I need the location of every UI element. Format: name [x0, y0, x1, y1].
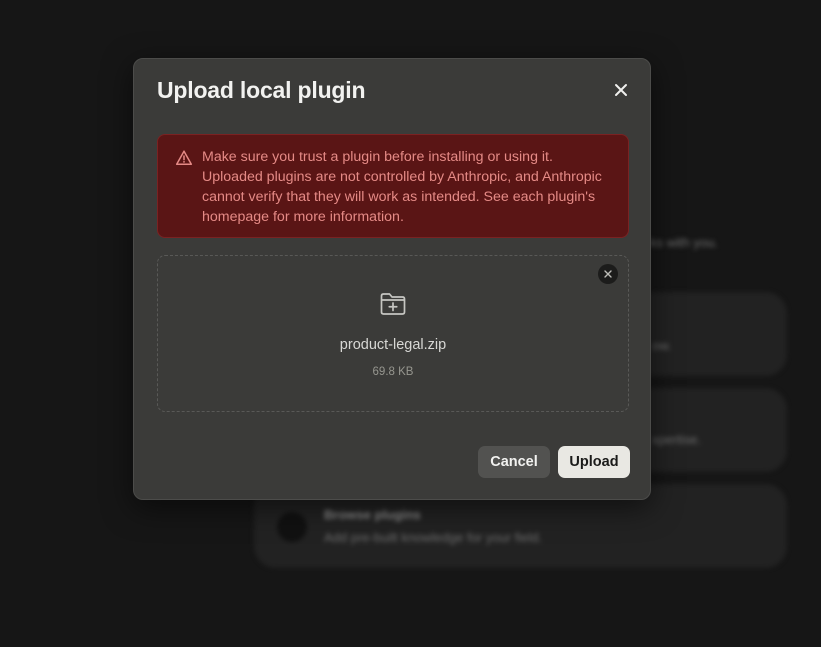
close-dialog-button[interactable] [610, 79, 632, 101]
file-name: product-legal.zip [339, 337, 447, 353]
close-icon [615, 84, 627, 96]
background-subtitle: ks with you. [650, 235, 718, 250]
background-card-desc: Add pre-built knowledge for your field. [324, 530, 543, 545]
background-card-title: Browse plugins [324, 507, 421, 522]
dialog-title: Upload local plugin [157, 77, 366, 103]
close-icon [604, 270, 612, 278]
upload-plugin-dialog: Upload local plugin Make sure you trust … [133, 58, 651, 500]
browse-plugins-icon [277, 512, 307, 542]
cancel-button[interactable]: Cancel [478, 446, 550, 478]
folder-plus-icon [380, 293, 406, 315]
background-card-desc: ow. [652, 338, 672, 353]
file-size: 69.8 KB [372, 366, 414, 378]
upload-button[interactable]: Upload [558, 446, 630, 478]
file-dropzone[interactable]: product-legal.zip 69.8 KB [157, 255, 629, 412]
warning-text: Make sure you trust a plugin before inst… [202, 149, 602, 225]
remove-file-button[interactable] [598, 264, 618, 284]
background-card-desc: xpertise. [652, 432, 702, 447]
warning-triangle-icon [175, 150, 193, 165]
trust-warning-banner: Make sure you trust a plugin before inst… [157, 134, 629, 238]
